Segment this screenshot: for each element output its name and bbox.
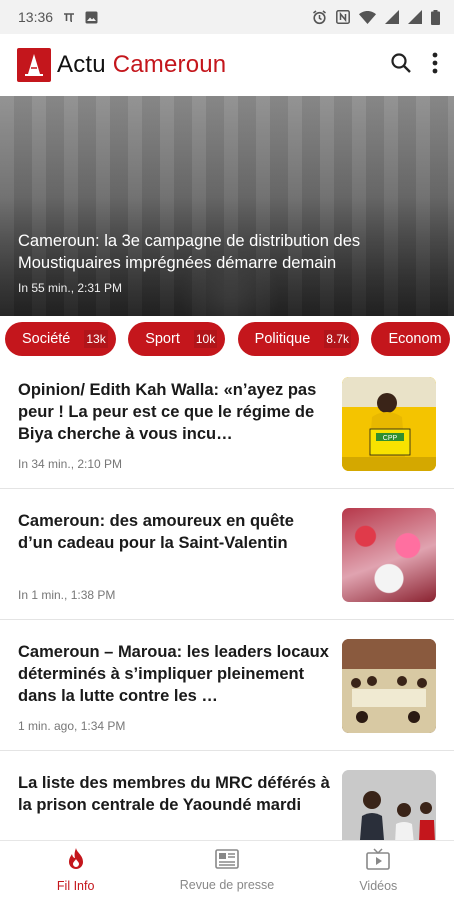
featured-time: In 55 min., 2:31 PM bbox=[18, 281, 123, 295]
status-time: 13:36 bbox=[18, 9, 54, 25]
signal-icon bbox=[408, 10, 422, 24]
article-thumbnail bbox=[342, 508, 436, 602]
wifi-icon bbox=[359, 10, 376, 24]
nfc-icon bbox=[336, 10, 350, 24]
article-thumbnail: CPP bbox=[342, 377, 436, 471]
chip-count: 10k bbox=[193, 330, 218, 348]
article-time: In 34 min., 2:10 PM bbox=[18, 457, 123, 471]
article-item[interactable]: Cameroun – Maroua: les leaders locaux dé… bbox=[0, 620, 454, 751]
chip-sport[interactable]: Sport 10k bbox=[128, 322, 226, 356]
featured-title: Cameroun: la 3e campagne de distribution… bbox=[18, 232, 361, 272]
nav-label: Vidéos bbox=[359, 879, 398, 893]
article-headline: Opinion/ Edith Kah Walla: «n’ayez pas pe… bbox=[18, 381, 317, 443]
video-tv-icon bbox=[366, 848, 391, 873]
chip-politique[interactable]: Politique 8.7k bbox=[237, 322, 359, 356]
article-list: Opinion/ Edith Kah Walla: «n’ayez pas pe… bbox=[0, 358, 454, 882]
signal-icon bbox=[385, 10, 399, 24]
chip-societe[interactable]: Société 13k bbox=[5, 322, 116, 356]
chip-count: 13k bbox=[84, 330, 108, 348]
nav-videos[interactable]: Vidéos bbox=[303, 841, 454, 900]
nav-revue-de-presse[interactable]: Revue de presse bbox=[151, 841, 302, 900]
article-headline: La liste des membres du MRC déférés à la… bbox=[18, 774, 330, 814]
category-chips: Société 13k Sport 10k Politique 8.7k Eco… bbox=[0, 322, 454, 358]
bottom-navigation: Fil Info Revue de presse Vidéos bbox=[0, 840, 454, 900]
newspaper-icon bbox=[215, 849, 239, 872]
nav-fil-info[interactable]: Fil Info bbox=[0, 841, 151, 900]
chip-count: 8.7k bbox=[324, 330, 351, 348]
chip-economie[interactable]: Econom bbox=[371, 322, 450, 356]
more-vert-icon[interactable] bbox=[432, 52, 438, 79]
nav-label: Revue de presse bbox=[179, 878, 275, 892]
notification-pi-icon bbox=[63, 12, 75, 22]
article-headline: Cameroun – Maroua: les leaders locaux dé… bbox=[18, 643, 329, 705]
photo-icon bbox=[85, 11, 98, 24]
article-item[interactable]: Cameroun: des amoureux en quête d’un cad… bbox=[0, 489, 454, 620]
article-time: 1 min. ago, 1:34 PM bbox=[18, 719, 126, 733]
status-bar: 13:36 bbox=[0, 0, 454, 34]
battery-icon bbox=[431, 9, 440, 25]
article-thumbnail bbox=[342, 639, 436, 733]
app-bar: Actu Cameroun bbox=[0, 34, 454, 96]
app-title: Actu Cameroun bbox=[57, 51, 227, 78]
search-icon[interactable] bbox=[390, 52, 412, 79]
alarm-icon bbox=[312, 9, 327, 25]
flame-icon bbox=[66, 848, 86, 873]
nav-label: Fil Info bbox=[56, 879, 95, 893]
article-time: In 1 min., 1:38 PM bbox=[18, 588, 116, 602]
featured-article[interactable]: Cameroun: la 3e campagne de distribution… bbox=[0, 96, 454, 316]
article-headline: Cameroun: des amoureux en quête d’un cad… bbox=[18, 512, 294, 552]
thumb-sign-text: CPP bbox=[383, 435, 398, 442]
app-logo bbox=[17, 48, 51, 82]
article-item[interactable]: Opinion/ Edith Kah Walla: «n’ayez pas pe… bbox=[0, 358, 454, 489]
